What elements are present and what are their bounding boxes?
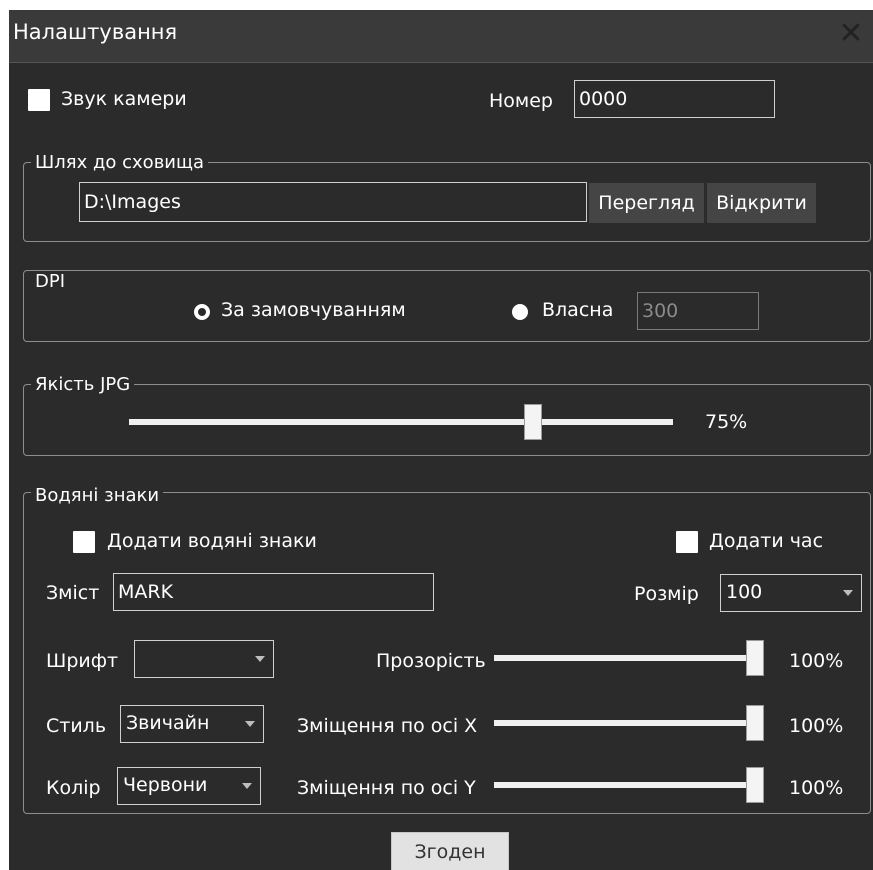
size-select[interactable]: 100 <box>720 574 862 612</box>
opacity-slider-thumb[interactable] <box>746 640 764 676</box>
size-label: Розмір <box>634 583 699 605</box>
jpg-quality-slider-thumb[interactable] <box>523 404 542 440</box>
storage-path-input[interactable] <box>79 182 587 222</box>
dpi-default-label: За замовчуванням <box>221 299 406 321</box>
opacity-label: Прозорість <box>376 650 486 672</box>
chevron-down-icon <box>843 590 853 596</box>
chevron-down-icon <box>242 783 252 789</box>
storage-legend: Шлях до сховища <box>31 152 208 173</box>
camera-sound-checkbox[interactable] <box>28 89 50 111</box>
opacity-slider-track[interactable] <box>494 655 764 661</box>
add-watermark-label: Додати водяні знаки <box>107 530 317 552</box>
add-time-checkbox[interactable] <box>676 531 698 553</box>
color-select-value: Червони <box>123 774 208 796</box>
browse-button[interactable]: Перегляд <box>589 183 704 223</box>
number-input[interactable] <box>574 80 775 118</box>
settings-dialog: Налаштування ✕ Звук камери Номер Шлях до… <box>9 10 873 870</box>
offset-y-label: Зміщення по осі Y <box>297 777 476 799</box>
jpg-quality-slider-track[interactable] <box>129 419 673 425</box>
chevron-down-icon <box>255 656 265 662</box>
offset-y-slider-thumb[interactable] <box>746 767 764 803</box>
style-select-value: Звичайн <box>126 712 210 734</box>
color-label: Колір <box>46 777 101 799</box>
offset-y-slider-track[interactable] <box>494 782 764 788</box>
offset-x-label: Зміщення по осі X <box>297 715 478 737</box>
title-bar: Налаштування ✕ <box>9 10 873 63</box>
font-select[interactable] <box>134 640 274 678</box>
dpi-custom-radio[interactable] <box>512 304 528 320</box>
offset-y-value: 100% <box>789 777 844 799</box>
dpi-custom-label: Власна <box>542 299 614 321</box>
dialog-title: Налаштування <box>13 20 178 44</box>
chevron-down-icon <box>245 721 255 727</box>
camera-sound-label: Звук камери <box>61 88 187 110</box>
watermark-legend: Водяні знаки <box>31 485 164 506</box>
offset-x-slider-thumb[interactable] <box>746 705 764 741</box>
color-select[interactable]: Червони <box>117 767 261 805</box>
content-input[interactable] <box>113 573 434 611</box>
dpi-custom-input[interactable] <box>637 292 759 330</box>
offset-x-value: 100% <box>789 715 844 737</box>
open-button[interactable]: Відкрити <box>707 183 816 223</box>
size-select-value: 100 <box>726 581 763 603</box>
font-label: Шрифт <box>46 650 119 672</box>
add-time-label: Додати час <box>709 530 824 552</box>
offset-x-slider-track[interactable] <box>494 720 764 726</box>
add-watermark-checkbox[interactable] <box>73 531 95 553</box>
ok-button[interactable]: Згоден <box>391 832 509 870</box>
style-select[interactable]: Звичайн <box>120 705 264 743</box>
style-label: Стиль <box>46 715 107 737</box>
opacity-value: 100% <box>789 650 844 672</box>
dpi-legend: DPI <box>31 271 70 292</box>
number-label: Номер <box>489 90 553 112</box>
jpg-quality-legend: Якість JPG <box>31 374 135 395</box>
dpi-default-radio[interactable] <box>194 304 210 320</box>
content-label: Зміст <box>46 582 100 604</box>
jpg-quality-value: 75% <box>705 411 748 433</box>
close-icon[interactable]: ✕ <box>833 14 869 54</box>
